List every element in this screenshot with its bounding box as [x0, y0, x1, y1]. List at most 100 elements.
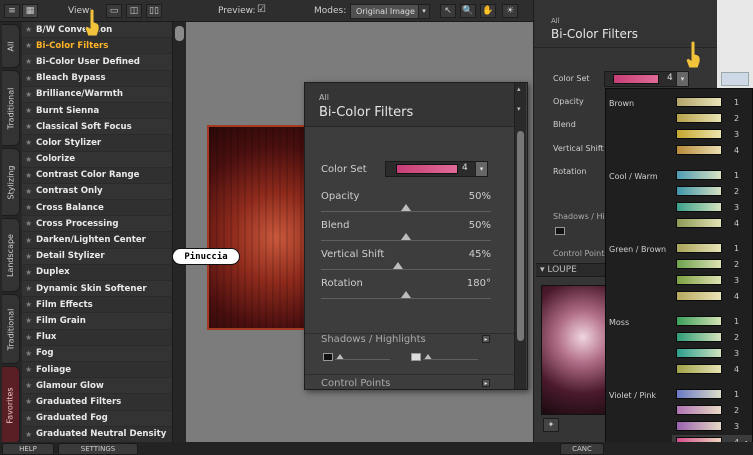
- hand-tool-icon[interactable]: ✋: [480, 4, 496, 18]
- filter-item[interactable]: ★ Cross Processing: [22, 216, 172, 233]
- star-icon[interactable]: ★: [25, 268, 36, 277]
- star-icon[interactable]: ★: [25, 381, 36, 390]
- filter-item[interactable]: ★ Fog: [22, 346, 172, 362]
- filter-item[interactable]: ★ Bleach Bypass: [22, 70, 172, 87]
- panel-scrollbar[interactable]: ▴ ▾: [514, 83, 526, 389]
- zoom-tool-icon[interactable]: 🔍: [460, 4, 476, 18]
- color-set-swatch[interactable]: [676, 291, 722, 301]
- light-tool-icon[interactable]: ☀: [502, 4, 518, 18]
- filter-item[interactable]: ★ Flux: [22, 329, 172, 346]
- filter-item[interactable]: ★ Dynamic Skin Softener: [22, 281, 172, 298]
- color-set-swatch[interactable]: [676, 186, 722, 196]
- color-set-swatch[interactable]: [676, 170, 722, 180]
- color-set-swatch[interactable]: [676, 97, 722, 107]
- filter-item[interactable]: ★ Glamour Glow: [22, 378, 172, 395]
- filter-item[interactable]: ★ Duplex: [22, 264, 172, 281]
- tab-stylizing[interactable]: Stylizing: [2, 148, 20, 216]
- star-icon[interactable]: ★: [25, 252, 36, 261]
- star-icon[interactable]: ★: [25, 106, 36, 115]
- filter-item[interactable]: ★ Darken/Lighten Center: [22, 232, 172, 249]
- filter-item[interactable]: ★ Graduated Fog: [22, 411, 172, 427]
- tab-traditional-2[interactable]: Traditional: [2, 294, 20, 364]
- filter-item[interactable]: ★ Colorize: [22, 152, 172, 168]
- star-icon[interactable]: ★: [25, 414, 36, 423]
- tab-all[interactable]: All: [2, 24, 20, 68]
- right-shadows-label[interactable]: Shadows / Hig: [553, 212, 610, 221]
- pointer-tool-icon[interactable]: ↖: [440, 4, 456, 18]
- star-icon[interactable]: ★: [25, 219, 36, 228]
- color-set-swatch[interactable]: [676, 348, 722, 358]
- color-set-swatch[interactable]: [676, 202, 722, 212]
- expand-arrow-icon[interactable]: ▸: [482, 335, 490, 343]
- filter-item[interactable]: ★ Detail Stylizer: [22, 249, 172, 265]
- filter-item[interactable]: ★ Film Grain: [22, 313, 172, 330]
- rotation-slider-knob[interactable]: [401, 291, 411, 298]
- star-icon[interactable]: ★: [25, 122, 36, 131]
- settings-button[interactable]: SETTINGS: [58, 443, 138, 455]
- shadow-slider-knob[interactable]: [336, 354, 344, 359]
- color-set-swatch[interactable]: [676, 129, 722, 139]
- side-by-side-view-icon[interactable]: ▯▯: [146, 4, 162, 18]
- highlight-slider-track[interactable]: [423, 359, 478, 360]
- star-icon[interactable]: ★: [25, 316, 36, 325]
- color-set-swatch[interactable]: [676, 243, 722, 253]
- tab-landscape[interactable]: Landscape: [2, 218, 20, 292]
- help-button[interactable]: HELP: [2, 443, 54, 455]
- filter-item[interactable]: ★ Film Effects: [22, 297, 172, 314]
- star-icon[interactable]: ★: [25, 41, 36, 50]
- color-set-swatch[interactable]: [676, 421, 722, 431]
- star-icon[interactable]: ★: [25, 430, 36, 439]
- filter-item[interactable]: ★ Foliage: [22, 361, 172, 379]
- single-view-icon[interactable]: ▭: [106, 4, 122, 18]
- right-color-set-select[interactable]: 4 ▾: [604, 71, 689, 87]
- color-set-swatch[interactable]: [676, 364, 722, 374]
- opacity-slider-knob[interactable]: [401, 204, 411, 211]
- star-icon[interactable]: ★: [25, 365, 36, 374]
- star-icon[interactable]: ★: [25, 284, 36, 293]
- color-set-swatch[interactable]: [676, 218, 722, 228]
- blend-slider-knob[interactable]: [401, 233, 411, 240]
- tab-favorites[interactable]: Favorites: [2, 366, 20, 444]
- star-icon[interactable]: ★: [25, 57, 36, 66]
- filter-item[interactable]: ★ Burnt Sienna: [22, 102, 172, 120]
- control-points-header[interactable]: Control Points: [321, 378, 390, 389]
- modes-select[interactable]: Original Image ▾: [350, 4, 430, 19]
- shadow-slider-track[interactable]: [335, 359, 390, 360]
- star-icon[interactable]: ★: [25, 155, 36, 164]
- star-icon[interactable]: ★: [25, 171, 36, 180]
- scrollbar-thumb[interactable]: [175, 26, 184, 41]
- color-set-swatch[interactable]: [676, 316, 722, 326]
- color-set-select[interactable]: 4 ▾: [385, 161, 488, 177]
- filter-item[interactable]: ★ Cross Balance: [22, 200, 172, 217]
- shadows-highlights-header[interactable]: Shadows / Highlights: [321, 334, 426, 345]
- pin-icon[interactable]: ✦: [543, 418, 559, 432]
- filter-item[interactable]: ★ Bi-Color Filters: [22, 38, 172, 55]
- star-icon[interactable]: ★: [25, 236, 36, 245]
- star-icon[interactable]: ★: [25, 397, 36, 406]
- highlight-slider-knob[interactable]: [424, 354, 432, 359]
- scrollbar-thumb[interactable]: [517, 131, 524, 341]
- color-set-swatch[interactable]: [676, 145, 722, 155]
- filter-item[interactable]: ★ Graduated Filters: [22, 394, 172, 411]
- filter-item[interactable]: ★ Bi-Color User Defined: [22, 54, 172, 71]
- star-icon[interactable]: ★: [25, 90, 36, 99]
- filter-item[interactable]: ★ Classical Soft Focus: [22, 119, 172, 136]
- filter-item[interactable]: ★ Graduated Neutral Density: [22, 426, 172, 442]
- star-icon[interactable]: ★: [25, 74, 36, 83]
- star-icon[interactable]: ★: [25, 187, 36, 196]
- color-set-swatch[interactable]: [676, 332, 722, 342]
- grid-view-icon[interactable]: ▦: [22, 4, 38, 18]
- blend-slider-track[interactable]: [321, 240, 491, 241]
- list-view-icon[interactable]: ≡: [4, 4, 20, 18]
- star-icon[interactable]: ★: [25, 203, 36, 212]
- filter-item[interactable]: ★ Brilliance/Warmth: [22, 87, 172, 103]
- cancel-button[interactable]: CANC: [560, 443, 604, 455]
- vertical-shift-slider-track[interactable]: [321, 269, 491, 270]
- star-icon[interactable]: ★: [25, 25, 36, 34]
- filter-list-scrollbar[interactable]: [172, 22, 186, 442]
- star-icon[interactable]: ★: [25, 300, 36, 309]
- star-icon[interactable]: ★: [25, 138, 36, 147]
- color-set-swatch[interactable]: [676, 405, 722, 415]
- vertical-shift-slider-knob[interactable]: [392, 262, 403, 269]
- opacity-slider-track[interactable]: [321, 211, 491, 212]
